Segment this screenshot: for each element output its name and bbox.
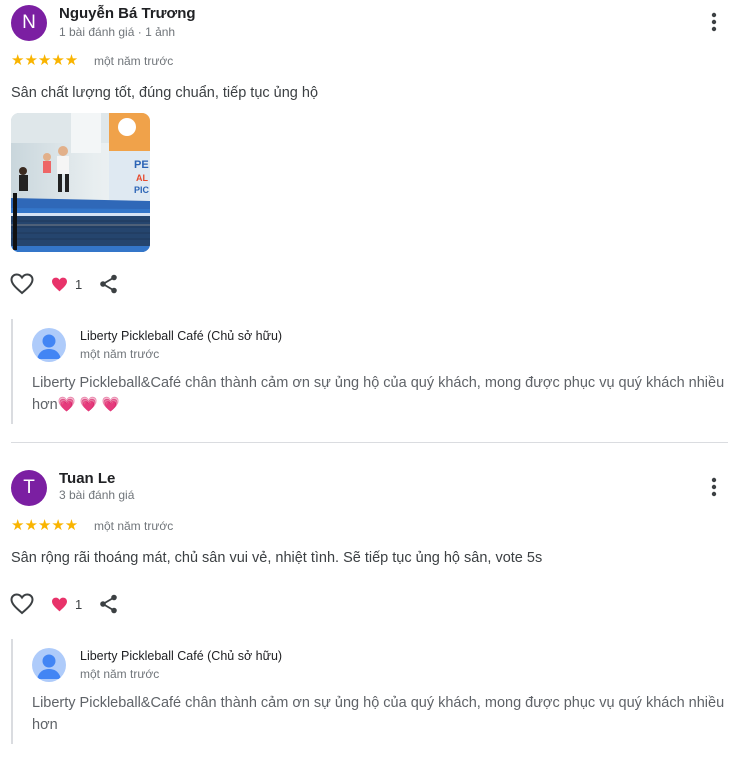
review-time: một năm trước [94, 519, 174, 533]
review-card: T Tuan Le 3 bài đánh giá ★★★★★ một năm t… [0, 465, 740, 759]
default-profile-icon [32, 648, 66, 682]
like-button[interactable] [9, 591, 35, 617]
owner-avatar [32, 648, 66, 682]
reviewer-name[interactable]: Nguyễn Bá Trương [59, 5, 196, 22]
star-rating: ★★★★★ [11, 518, 78, 533]
avatar[interactable]: T [11, 470, 47, 506]
star-rating: ★★★★★ [11, 53, 78, 68]
more-vert-icon [711, 12, 717, 32]
svg-text:PE: PE [134, 159, 149, 171]
like-button[interactable] [9, 271, 35, 297]
reaction-count: 1 [75, 276, 83, 292]
reply-text: Liberty Pickleball&Café chân thành cảm ơ… [32, 375, 725, 413]
owner-avatar [32, 328, 66, 362]
owner-reply: Liberty Pickleball Café (Chủ sở hữu) một… [11, 319, 733, 424]
reaction-button[interactable] [49, 271, 69, 297]
share-button[interactable] [96, 271, 122, 297]
owner-reply: Liberty Pickleball Café (Chủ sở hữu) một… [11, 639, 733, 744]
reaction-count: 1 [75, 596, 83, 612]
review-photo[interactable]: PE AL PIC [11, 113, 150, 252]
heart-reaction-icon [51, 277, 67, 291]
avatar-letter: T [23, 477, 35, 498]
reply-text: Liberty Pickleball&Café chân thành cảm ơ… [32, 695, 725, 733]
reviewer-meta: 3 bài đánh giá [59, 488, 135, 502]
avatar-letter: N [22, 12, 36, 33]
more-options-button[interactable] [704, 10, 724, 34]
reviewer-meta: 1 bài đánh giá · 1 ảnh [59, 25, 176, 39]
more-options-button[interactable] [704, 475, 724, 499]
reply-time: một năm trước [80, 667, 160, 681]
heart-reaction-icon [51, 597, 67, 611]
review-time: một năm trước [94, 54, 174, 68]
pickleball-court-photo: PE AL PIC [11, 113, 150, 252]
share-icon [100, 594, 118, 614]
svg-text:AL: AL [136, 173, 148, 183]
reaction-button[interactable] [49, 591, 69, 617]
review-card: N Nguyễn Bá Trương 1 bài đánh giá · 1 ản… [0, 0, 740, 440]
owner-name: Liberty Pickleball Café (Chủ sở hữu) [80, 649, 283, 663]
default-profile-icon [32, 328, 66, 362]
reviewer-name[interactable]: Tuan Le [59, 470, 115, 487]
review-text: Sân chất lượng tốt, đúng chuẩn, tiếp tục… [11, 85, 319, 101]
star-icons: ★★★★★ [11, 52, 79, 69]
review-divider [11, 442, 728, 443]
share-icon [100, 274, 118, 294]
star-icons: ★★★★★ [11, 517, 79, 534]
avatar[interactable]: N [11, 5, 47, 41]
review-actions: 1 [9, 591, 122, 617]
reply-time: một năm trước [80, 347, 160, 361]
more-vert-icon [711, 477, 717, 497]
share-button[interactable] [96, 591, 122, 617]
svg-text:PIC: PIC [134, 185, 150, 195]
owner-name: Liberty Pickleball Café (Chủ sở hữu) [80, 329, 283, 343]
heart-outline-icon [10, 273, 34, 295]
review-actions: 1 [9, 271, 122, 297]
heart-outline-icon [10, 593, 34, 615]
review-text: Sân rộng rãi thoáng mát, chủ sân vui vẻ,… [11, 550, 543, 566]
